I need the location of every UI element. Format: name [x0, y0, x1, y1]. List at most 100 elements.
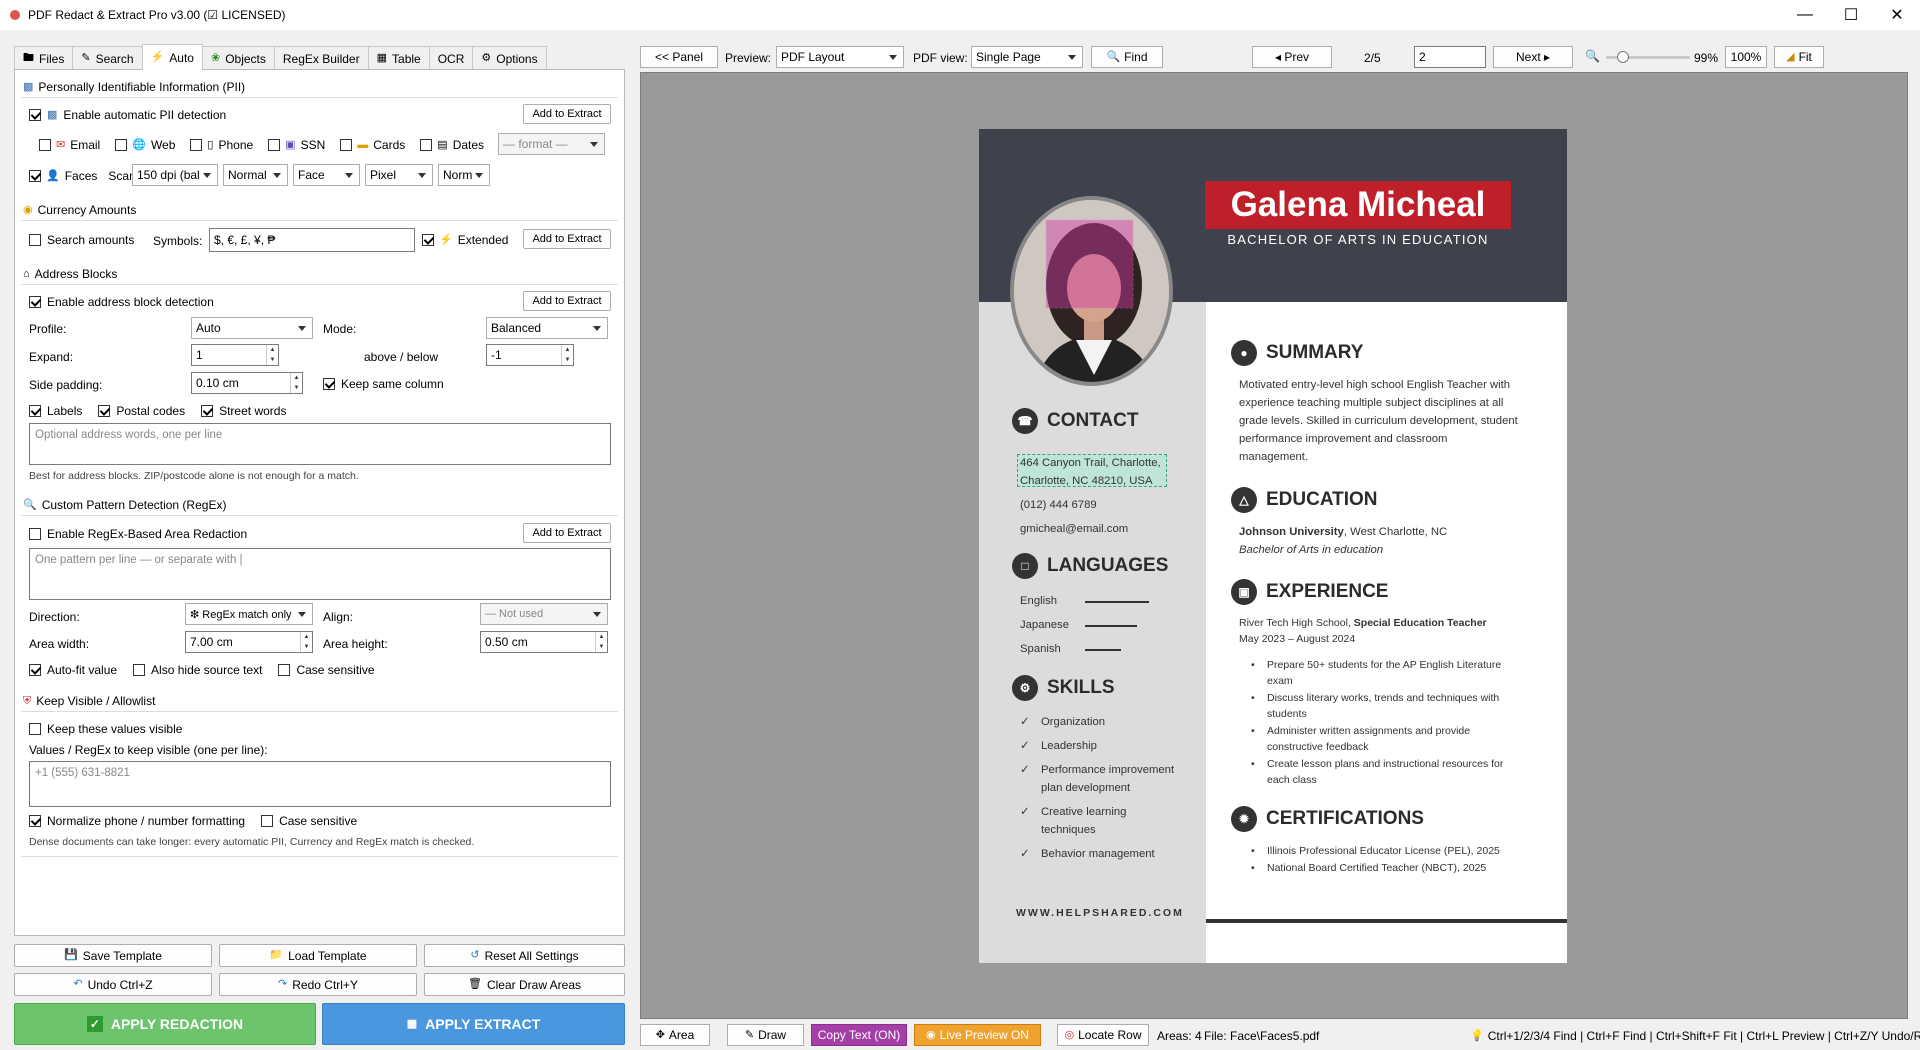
copy-text-toggle[interactable]: Copy Text (ON)	[811, 1024, 907, 1046]
web-checkbox[interactable]	[115, 139, 128, 151]
area-height-spinner[interactable]: 0.50 cm ▲ ▼	[480, 631, 608, 653]
zoom-slider-thumb[interactable]	[1616, 51, 1629, 63]
maximize-button[interactable]: ☐	[1828, 0, 1874, 30]
postal-codes-checkbox[interactable]	[98, 405, 111, 417]
tab-search[interactable]: ✎ Search	[72, 46, 143, 70]
side-padding-value: 0.10 cm	[196, 376, 239, 390]
allowlist-case-checkbox[interactable]	[261, 815, 274, 827]
direction-select[interactable]: ❇ RegEx match only	[185, 603, 313, 625]
address-add-extract-button[interactable]: Add to Extract	[523, 291, 611, 311]
pii-enable-row[interactable]: ▩ Enable automatic PII detection	[29, 108, 226, 122]
draw-tool-button[interactable]: ✎ Draw	[727, 1024, 804, 1046]
norm-select[interactable]: Norm	[438, 164, 490, 186]
undo-button[interactable]: ↶ Undo Ctrl+Z	[14, 973, 212, 996]
side-padding-spinner[interactable]: 0.10 cm ▲ ▼	[191, 372, 303, 394]
extended-checkbox[interactable]	[422, 234, 434, 246]
prev-page-button[interactable]: ◂ Prev	[1252, 46, 1332, 68]
spin-arrows-icon[interactable]: ▲ ▼	[300, 632, 312, 652]
locate-row-button[interactable]: ◎ Locate Row	[1057, 1024, 1149, 1046]
dates-checkbox[interactable]	[420, 139, 433, 151]
pii-enable-checkbox[interactable]	[29, 109, 41, 121]
spin-arrows-icon[interactable]: ▲ ▼	[266, 345, 278, 365]
currency-add-extract-button[interactable]: Add to Extract	[523, 229, 611, 249]
tab-auto[interactable]: ⚡ Auto	[141, 44, 203, 70]
redo-button[interactable]: ↷ Redo Ctrl+Y	[219, 973, 417, 996]
phone-checkbox[interactable]	[190, 139, 203, 151]
spin-arrows-icon[interactable]: ▲ ▼	[561, 345, 573, 365]
ssn-checkbox[interactable]	[268, 139, 281, 151]
email-checkbox[interactable]	[39, 139, 51, 151]
cards-checkbox[interactable]	[340, 139, 353, 151]
page-number-input[interactable]: 2	[1414, 46, 1486, 68]
fit-button[interactable]: ◢ Fit	[1774, 46, 1824, 68]
keep-column-row[interactable]: Keep same column	[323, 377, 444, 391]
pdf-view-select[interactable]: Single Page	[971, 46, 1083, 68]
auto-fit-checkbox[interactable]	[29, 664, 41, 676]
live-preview-toggle[interactable]: ◉ Live Preview ON	[914, 1024, 1041, 1046]
next-page-button[interactable]: Next ▸	[1493, 46, 1573, 68]
hide-source-checkbox[interactable]	[133, 664, 146, 676]
spin-arrows-icon[interactable]: ▲ ▼	[290, 373, 302, 393]
address-enable-checkbox[interactable]	[29, 296, 41, 308]
extended-row[interactable]: ⚡ Extended	[422, 233, 508, 247]
resume-name-redaction[interactable]: Galena Micheal	[1205, 181, 1511, 229]
keep-visible-row[interactable]: Keep these values visible	[29, 722, 182, 736]
save-template-button[interactable]: 💾 Save Template	[14, 944, 212, 967]
faces-checkbox[interactable]	[29, 170, 41, 182]
scan-mode-select[interactable]: Normal	[223, 164, 288, 186]
regex-pattern-textarea[interactable]: One pattern per line — or separate with …	[29, 548, 611, 600]
tab-files[interactable]: 🖿 Files	[14, 46, 74, 70]
area-width-spinner[interactable]: 7.00 cm ▲ ▼	[185, 631, 313, 653]
symbols-input[interactable]: $, €, £, ¥, ₱	[209, 228, 415, 252]
clear-draw-areas-button[interactable]: 🗑 Clear Draw Areas	[424, 973, 625, 996]
face-select[interactable]: Face	[293, 164, 360, 186]
summary-line: management.	[1239, 451, 1309, 463]
normalize-checkbox[interactable]	[29, 815, 41, 827]
apply-redaction-button[interactable]: ✓ APPLY REDACTION	[14, 1003, 316, 1045]
globe-icon: 🌐	[132, 138, 146, 151]
search-amounts-checkbox[interactable]	[29, 234, 41, 246]
web-label: Web	[150, 138, 176, 152]
regex-enable-row[interactable]: Enable RegEx-Based Area Redaction	[29, 527, 247, 541]
tab-table[interactable]: ▦ Table	[367, 46, 430, 70]
minimize-button[interactable]: —	[1782, 0, 1828, 30]
profile-select[interactable]: Auto	[191, 317, 313, 339]
expand-spinner[interactable]: 1 ▲ ▼	[191, 344, 279, 366]
close-button[interactable]: ✕	[1874, 0, 1920, 30]
scan-dpi-select[interactable]: 150 dpi (bal	[132, 164, 218, 186]
tab-regex-builder[interactable]: RegEx Builder	[273, 46, 369, 70]
pixel-select[interactable]: Pixel	[365, 164, 433, 186]
pii-add-extract-button[interactable]: Add to Extract	[523, 104, 611, 124]
labels-checkbox[interactable]	[29, 405, 41, 417]
regex-case-checkbox[interactable]	[278, 664, 291, 676]
load-template-button[interactable]: 📁 Load Template	[219, 944, 417, 967]
date-format-select[interactable]: — format —	[498, 133, 605, 155]
panel-toggle-button[interactable]: << Panel	[640, 46, 718, 68]
pdf-preview[interactable]: Galena Micheal BACHELOR OF ARTS IN EDUCA…	[640, 72, 1908, 1019]
tab-options[interactable]: ⚙ Options	[472, 46, 547, 70]
preview-mode-select[interactable]: PDF Layout	[776, 46, 904, 68]
tab-objects[interactable]: ❀ Objects	[201, 46, 275, 70]
area-tool-button[interactable]: ✥ Area	[640, 1024, 710, 1046]
degree-name: Bachelor of Arts in education	[1239, 544, 1384, 556]
above-below-spinner[interactable]: -1 ▲ ▼	[486, 344, 574, 366]
apply-extract-button[interactable]: ▩ APPLY EXTRACT	[322, 1003, 625, 1045]
spin-arrows-icon[interactable]: ▲ ▼	[595, 632, 607, 652]
keep-column-checkbox[interactable]	[323, 378, 335, 390]
keep-visible-checkbox[interactable]	[29, 723, 41, 735]
zoom-slider[interactable]	[1606, 51, 1690, 63]
search-amounts-row[interactable]: Search amounts	[29, 233, 134, 247]
mode-select[interactable]: Balanced	[486, 317, 608, 339]
tab-ocr[interactable]: OCR	[428, 46, 474, 70]
street-words-checkbox[interactable]	[201, 405, 214, 417]
reset-settings-button[interactable]: ↺ Reset All Settings	[424, 944, 625, 967]
find-button[interactable]: 🔍 Find	[1091, 46, 1163, 68]
allowlist-textarea[interactable]: +1 (555) 631-8821	[29, 761, 611, 807]
address-enable-row[interactable]: Enable address block detection	[29, 295, 214, 309]
regex-add-extract-button[interactable]: Add to Extract	[523, 523, 611, 543]
address-hint: Best for address blocks. ZIP/postcode al…	[29, 470, 359, 482]
regex-enable-checkbox[interactable]	[29, 528, 41, 540]
address-words-textarea[interactable]: Optional address words, one per line	[29, 423, 611, 465]
zoom-100-button[interactable]: 100%	[1725, 46, 1767, 68]
align-select[interactable]: — Not used	[480, 603, 608, 625]
